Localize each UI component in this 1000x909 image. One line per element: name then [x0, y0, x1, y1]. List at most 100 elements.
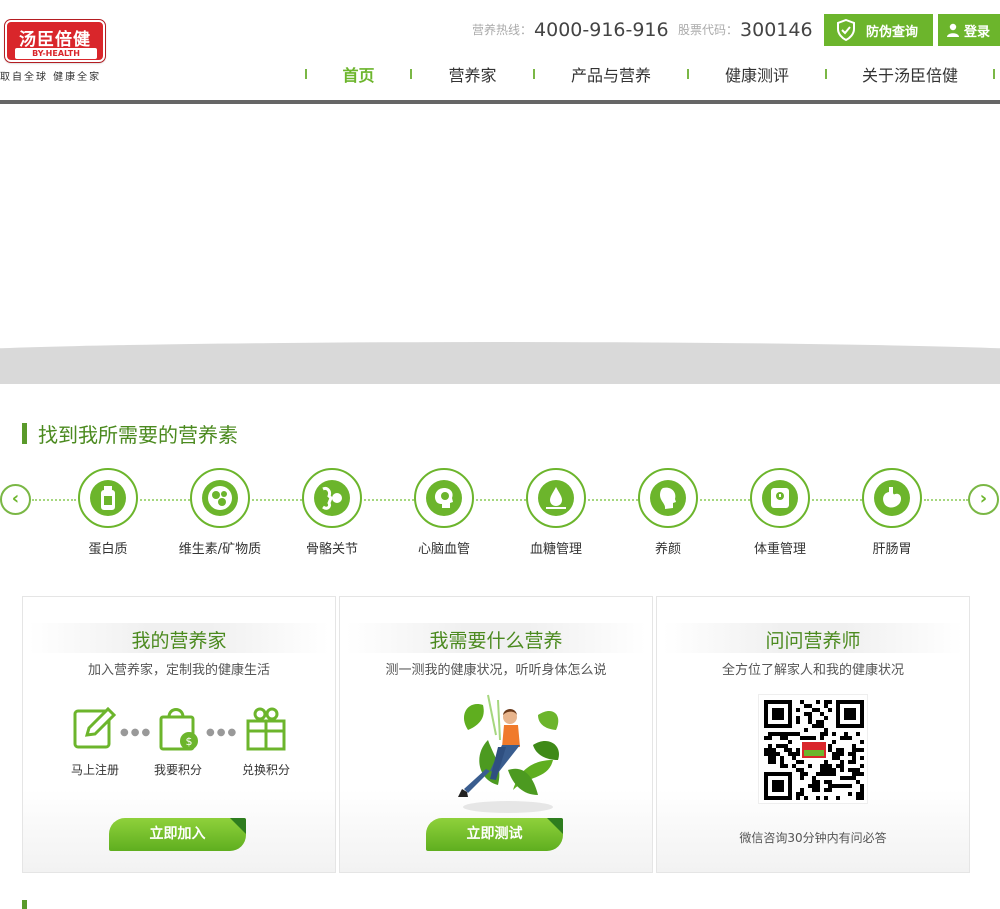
category-vitamins[interactable]: 维生素/矿物质: [160, 468, 280, 557]
category-bone-joint[interactable]: 骨骼关节: [272, 468, 392, 557]
category-circle: [302, 468, 362, 528]
category-circle-inner: [762, 480, 798, 516]
nav-divider: [993, 69, 995, 79]
card-subtitle: 全方位了解家人和我的健康状况: [721, 663, 904, 678]
section-title-bar: [22, 900, 27, 909]
category-carousel: ‹ › 蛋白质 维生素/矿物质 骨骼关节 心脑血管 血糖管理 养颜 体重管理 肝…: [0, 468, 1000, 568]
svg-text:$: $: [186, 735, 193, 748]
stock-number: 300146: [740, 19, 813, 41]
category-weight[interactable]: 体重管理: [720, 468, 840, 557]
anti-counterfeit-label: 防伪查询: [866, 24, 919, 40]
category-label: 蛋白质: [88, 542, 128, 557]
category-circle-inner: [538, 480, 574, 516]
step-earn-points[interactable]: $ 我要积分: [138, 703, 218, 778]
section-title: 找到我所需要的营养素: [22, 422, 238, 447]
button-corner: [547, 818, 563, 834]
category-digestive[interactable]: 肝肠胃: [832, 468, 952, 557]
category-circle: [862, 468, 922, 528]
shopping-bag-icon: $: [159, 708, 198, 751]
main-nav: 首页 营养家 产品与营养 健康测评 关于汤臣倍健: [305, 62, 995, 86]
site-header: 汤臣倍健 BY-HEALTH 取自全球 健康全家 营养热线： 4000-916-9…: [0, 0, 1000, 104]
brain-icon: [434, 488, 453, 508]
anti-counterfeit-button[interactable]: 防伪查询: [824, 14, 933, 46]
category-circle: [750, 468, 810, 528]
category-blood-sugar[interactable]: 血糖管理: [496, 468, 616, 557]
gift-icon: [246, 707, 286, 751]
step-label: 兑换积分: [241, 763, 290, 777]
category-label: 体重管理: [753, 542, 806, 557]
hotline: 营养热线： 4000-916-916: [472, 19, 669, 41]
nav-item-about[interactable]: 关于汤臣倍健: [827, 62, 993, 86]
joint-icon: [322, 487, 342, 510]
section-title-bar: [22, 422, 27, 444]
test-now-label: 立即测试: [466, 826, 523, 842]
card-title: 问问营养师: [765, 630, 861, 652]
next-section-title: [22, 900, 38, 909]
face-icon: [660, 487, 676, 509]
nav-item-nutritionist[interactable]: 营养家: [412, 62, 533, 86]
login-button[interactable]: 登录: [938, 14, 1000, 46]
nav-item-home[interactable]: 首页: [307, 62, 410, 86]
card-my-nutritionist: 我的营养家 加入营养家，定制我的健康生活 马上注册 ●●● $ 我要积分 ●●●…: [22, 596, 336, 873]
hotline-label: 营养热线：: [472, 23, 533, 37]
qr-code-pattern: [764, 700, 864, 800]
card-what-nutrition: 我需要什么营养 测一测我的健康状况，听听身体怎么说 立即测试: [339, 596, 653, 873]
brand-logo[interactable]: 汤臣倍健 BY-HEALTH: [4, 19, 106, 63]
carousel-next-button[interactable]: ›: [968, 484, 999, 515]
login-label: 登录: [964, 24, 991, 40]
edit-icon: [73, 706, 117, 749]
category-label: 骨骼关节: [305, 542, 358, 557]
hotline-number: 4000-916-916: [534, 19, 669, 41]
stomach-icon: [883, 487, 901, 508]
category-circle: [78, 468, 138, 528]
category-protein[interactable]: 蛋白质: [48, 468, 168, 557]
category-circle: [414, 468, 474, 528]
category-label: 血糖管理: [529, 542, 582, 557]
step-label: 马上注册: [70, 763, 119, 777]
test-now-button[interactable]: 立即测试: [426, 818, 563, 851]
nav-item-products[interactable]: 产品与营养: [535, 62, 687, 86]
category-circle-inner: [314, 480, 350, 516]
wechat-consult-note: 微信咨询30分钟内有问必答: [739, 831, 887, 845]
category-label: 维生素/矿物质: [178, 542, 262, 557]
bottle-icon: [101, 486, 115, 510]
pills-icon: [208, 486, 232, 510]
category-circle: [526, 468, 586, 528]
card-ask-dietitian: 问问营养师 全方位了解家人和我的健康状况 微信咨询30分钟内有问必答: [656, 596, 970, 873]
category-circle: [638, 468, 698, 528]
wechat-qr-code: [758, 694, 868, 804]
card-title: 我需要什么营养: [429, 630, 563, 652]
drop-icon: [546, 487, 566, 509]
step-redeem-points[interactable]: 兑换积分: [226, 705, 306, 778]
card-subtitle: 加入营养家，定制我的健康生活: [87, 663, 270, 678]
category-label: 养颜: [654, 542, 681, 557]
card-subtitle: 测一测我的健康状况，听听身体怎么说: [385, 663, 607, 678]
section-title-text: 找到我所需要的营养素: [38, 422, 238, 447]
banner-curve: [0, 342, 1000, 384]
logo-text-en: BY-HEALTH: [15, 48, 97, 59]
button-corner: [230, 818, 246, 834]
category-circle-inner: [90, 480, 126, 516]
category-circle-inner: [650, 480, 686, 516]
category-beauty[interactable]: 养颜: [608, 468, 728, 557]
category-circle-inner: [202, 480, 238, 516]
join-now-label: 立即加入: [149, 826, 206, 842]
category-circle: [190, 468, 250, 528]
join-now-button[interactable]: 立即加入: [109, 818, 246, 851]
stock-label: 股票代码：: [678, 23, 739, 37]
carousel-prev-button[interactable]: ‹: [0, 484, 31, 515]
step-register[interactable]: 马上注册: [55, 705, 135, 778]
logo-text-cn: 汤臣倍健: [19, 30, 91, 50]
category-label: 肝肠胃: [872, 542, 912, 557]
category-cardio[interactable]: 心脑血管: [384, 468, 504, 557]
scale-icon: [771, 488, 789, 508]
category-label: 心脑血管: [417, 542, 470, 557]
woman-on-leaves-illustration: [458, 694, 559, 813]
hero-banner: [0, 104, 1000, 384]
step-label: 我要积分: [153, 763, 202, 777]
nav-item-health-test[interactable]: 健康测评: [689, 62, 825, 86]
category-circle-inner: [874, 480, 910, 516]
shield-check-icon: [837, 19, 855, 41]
category-circle-inner: [426, 480, 462, 516]
stock-code: 股票代码： 300146: [678, 19, 813, 41]
